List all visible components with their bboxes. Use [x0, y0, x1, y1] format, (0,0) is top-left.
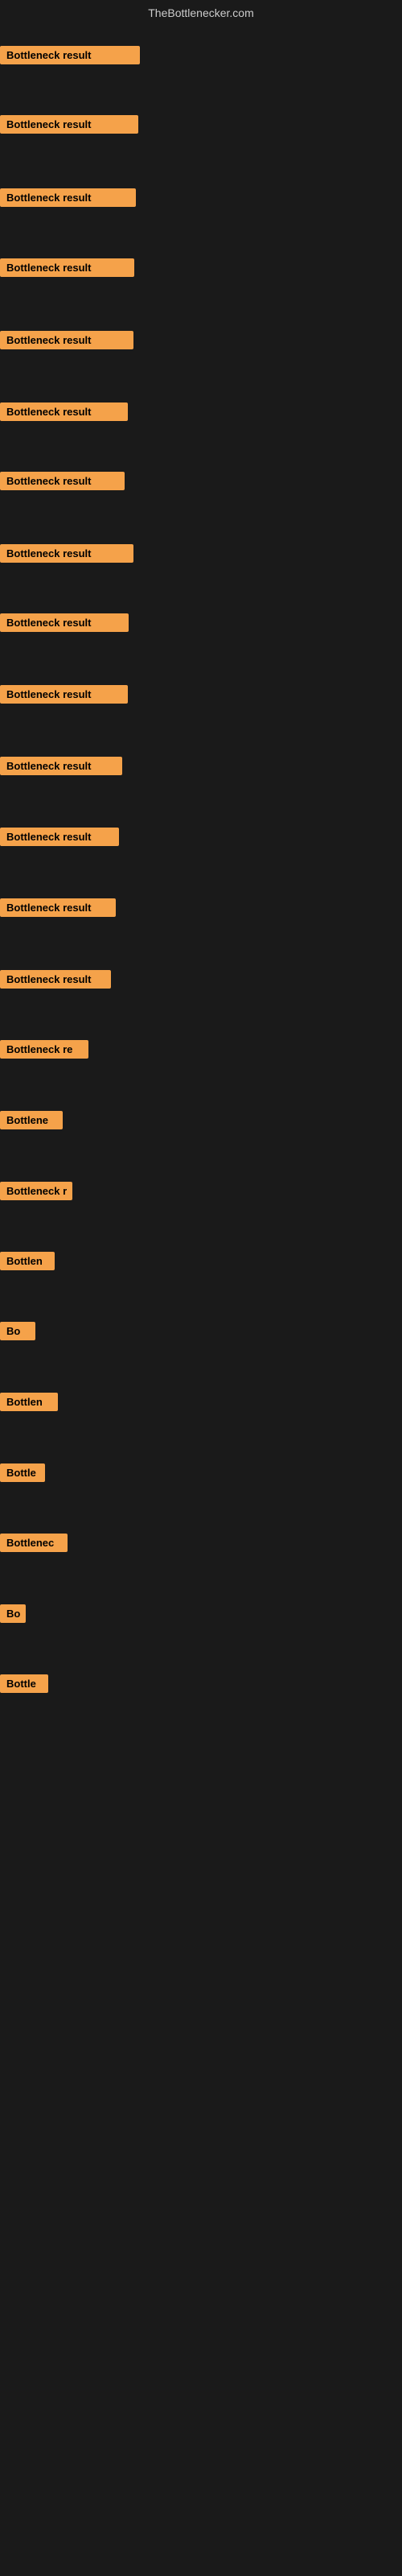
site-title: TheBottlenecker.com: [0, 0, 402, 23]
bottleneck-result-item[interactable]: Bottleneck result: [0, 331, 133, 349]
bottleneck-result-item[interactable]: Bottleneck result: [0, 685, 128, 704]
bottleneck-result-item[interactable]: Bottleneck result: [0, 757, 122, 775]
bottleneck-result-item[interactable]: Bottle: [0, 1674, 48, 1693]
bottleneck-result-item[interactable]: Bottle: [0, 1463, 45, 1482]
bottleneck-result-item[interactable]: Bottleneck result: [0, 188, 136, 207]
site-title-text: TheBottlenecker.com: [148, 6, 254, 19]
bottleneck-result-item[interactable]: Bottlen: [0, 1252, 55, 1270]
bottleneck-result-item[interactable]: Bottleneck result: [0, 472, 125, 490]
bottleneck-result-item[interactable]: Bottlen: [0, 1393, 58, 1411]
bottleneck-result-item[interactable]: Bottleneck result: [0, 613, 129, 632]
bottleneck-result-item[interactable]: Bottleneck result: [0, 898, 116, 917]
bottleneck-result-item[interactable]: Bottleneck re: [0, 1040, 88, 1059]
bottleneck-result-item[interactable]: Bottleneck result: [0, 828, 119, 846]
bottleneck-result-item[interactable]: Bottleneck result: [0, 258, 134, 277]
bottleneck-result-item[interactable]: Bo: [0, 1322, 35, 1340]
bottleneck-result-item[interactable]: Bo: [0, 1604, 26, 1623]
bottleneck-result-item[interactable]: Bottlene: [0, 1111, 63, 1129]
bottleneck-result-item[interactable]: Bottleneck result: [0, 544, 133, 563]
bottleneck-result-item[interactable]: Bottleneck result: [0, 970, 111, 989]
bottleneck-result-item[interactable]: Bottleneck result: [0, 115, 138, 134]
bottleneck-result-item[interactable]: Bottleneck result: [0, 402, 128, 421]
bottleneck-result-item[interactable]: Bottleneck r: [0, 1182, 72, 1200]
bottleneck-result-item[interactable]: Bottlenec: [0, 1534, 68, 1552]
bottleneck-result-item[interactable]: Bottleneck result: [0, 46, 140, 64]
